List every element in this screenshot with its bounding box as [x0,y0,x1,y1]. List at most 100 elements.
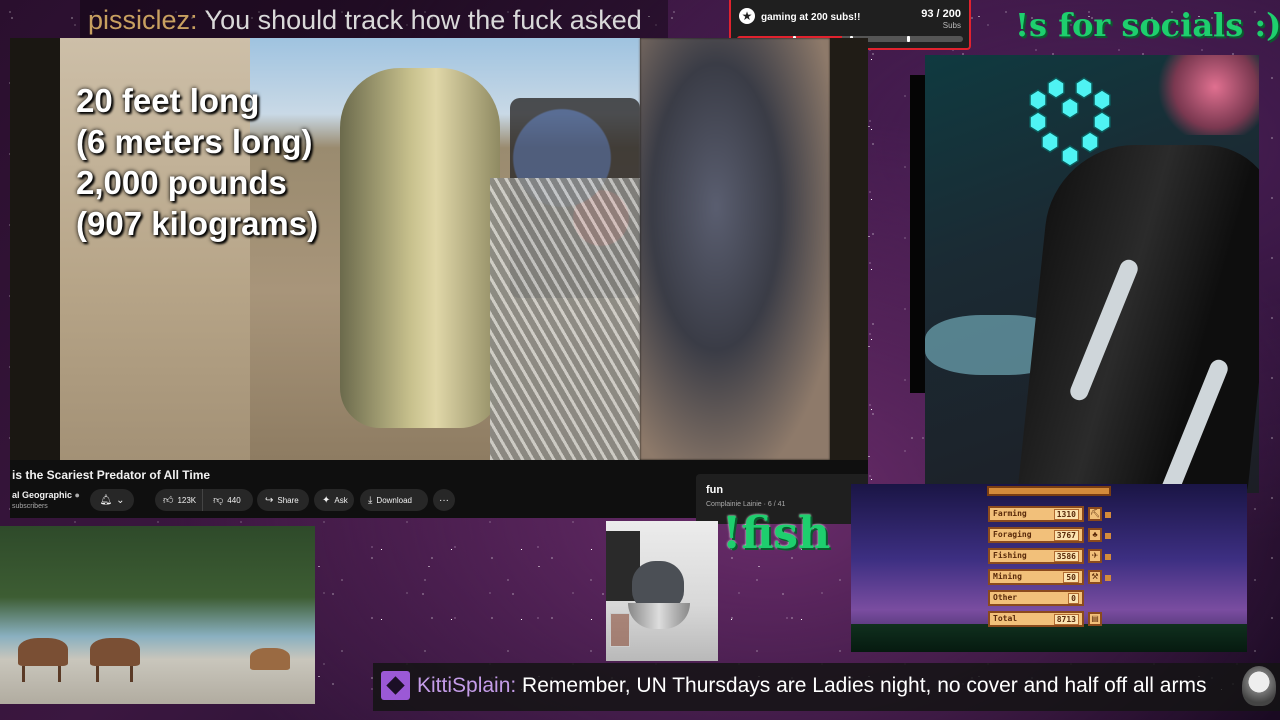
share-icon: ↪ [265,494,274,506]
skill-row-foraging: Foraging 3767 [988,527,1084,543]
elk-figure [250,648,290,670]
goal-marker [907,36,910,42]
sparkle-icon: ✦ [322,494,331,506]
skill-marker [1105,512,1111,518]
skill-value: 8713 [1053,614,1079,625]
caption-line: (907 kilograms) [76,205,319,242]
mining-icon: ⚒ [1088,570,1102,584]
hills-silhouette [851,624,1247,652]
ask-button[interactable]: ✦ Ask [314,489,354,511]
chat-line: KittiSplain: Remember, UN Thursdays are … [417,674,1206,698]
more-icon: ··· [439,494,449,506]
playlist-subtitle: Complainie Lainie · 6 / 41 [706,501,786,508]
monitor-edge [910,75,926,393]
chat-message-bottom: KittiSplain: Remember, UN Thursdays are … [373,663,1280,711]
boat-railing-image [490,178,640,460]
skill-value: 1310 [1053,509,1079,520]
star-icon: ★ [739,8,755,24]
elk-leg [130,666,133,682]
skill-row-total: Total 8713 [988,611,1084,627]
sub-goal-title: gaming at 200 subs!! [761,12,861,23]
caption-line: 20 feet long [76,82,260,119]
socials-command-text: !s for socials :) [1015,6,1280,44]
elk-figure [90,638,140,666]
video-title: is the Scariest Predator of All Time [12,468,211,482]
chat-message-top: pissiclez: You should track how the fuck… [80,0,668,38]
video-border [830,38,868,460]
download-icon: ⤓ [368,494,373,506]
dislike-count: 440 [227,495,241,505]
video-caption: 20 feet long (6 meters long) 2,000 pound… [76,80,318,244]
fishing-icon: ✈ [1088,549,1102,563]
skill-marker [1105,554,1111,560]
download-label: Download [376,495,412,505]
skill-row-farming: Farming 1310 [988,506,1084,522]
ask-label: Ask [334,495,348,505]
skill-name: Foraging [993,530,1032,539]
blurred-frame [640,38,830,460]
dislike-button[interactable]: 👎︎ 440 [207,489,247,511]
subscriber-count: subscribers [12,503,48,510]
skill-name: Mining [993,572,1022,581]
download-button[interactable]: ⤓ Download [360,489,428,511]
caption-line: 2,000 pounds [76,164,287,201]
elk-leg [96,666,99,682]
bell-icon: 🔔︎ [99,494,113,506]
thumbs-down-icon: 👎︎ [213,495,224,506]
chevron-down-icon: ⌄ [116,494,125,506]
thumbs-up-icon: 👍︎ [163,495,174,506]
like-button[interactable]: 👍︎ 123K [155,489,204,511]
share-label: Share [277,495,299,505]
webcam-feed [925,55,1259,493]
skill-value: 0 [1068,593,1079,604]
elk-photo [0,526,315,704]
total-icon: ▤ [1088,612,1102,626]
playlist-title: fun [706,484,724,496]
share-button[interactable]: ↪ Share [257,489,309,511]
skill-value: 3586 [1053,551,1079,562]
sub-goal-unit: Subs [942,21,961,30]
cat-photo [606,521,718,661]
subscriber-badge-icon [381,671,410,700]
skill-value: 50 [1063,572,1079,583]
skill-marker [1105,533,1111,539]
fish-command-text: !fish [722,508,831,559]
chat-username: KittiSplain: [417,674,517,697]
pink-light [1149,55,1259,135]
chat-text: You should track how the fuck asked [197,5,642,35]
skill-name: Total [993,614,1018,623]
chat-text: Remember, UN Thursdays are Ladies night,… [516,674,1207,697]
skill-value: 3767 [1053,530,1079,541]
chat-username: pissiclez: [88,5,198,35]
foraging-icon: ♣ [1088,528,1102,542]
channel-name-text[interactable]: al Geographic [12,490,72,500]
youtube-window[interactable]: 20 feet long (6 meters long) 2,000 pound… [10,38,868,518]
skills-panel: Farming 1310 ⛏ Foraging 3767 ♣ Fishing 3586… [851,484,1247,652]
elk-leg [58,666,61,682]
skill-row-mining: Mining 50 [988,569,1084,585]
skill-name: Fishing [993,551,1027,560]
elk-figure [18,638,68,666]
glass-cup [610,613,630,647]
avatar [1242,666,1276,706]
like-count: 123K [177,495,197,505]
caption-line: (6 meters long) [76,123,313,160]
crocodile-image [340,68,500,428]
notifications-button[interactable]: 🔔︎ ⌄ [90,489,134,511]
gaming-chair [1016,145,1259,493]
skill-name: Farming [993,509,1027,518]
skill-row-fishing: Fishing 3586 [988,548,1084,564]
skill-name: Other [993,593,1018,602]
more-button[interactable]: ··· [433,489,455,511]
elk-leg [22,666,25,682]
farming-icon: ⛏ [1088,507,1102,521]
skill-marker [1105,575,1111,581]
verified-icon: ● [74,490,80,500]
metal-bowl [628,603,690,629]
skill-row-other: Other 0 [988,590,1084,606]
channel-name[interactable]: al Geographic ● [12,490,80,500]
like-dislike-group: 👍︎ 123K 👎︎ 440 [155,489,253,511]
video-player[interactable]: 20 feet long (6 meters long) 2,000 pound… [10,38,868,460]
skills-header-bar [987,486,1111,496]
sub-goal-count: 93 / 200 [921,8,961,20]
